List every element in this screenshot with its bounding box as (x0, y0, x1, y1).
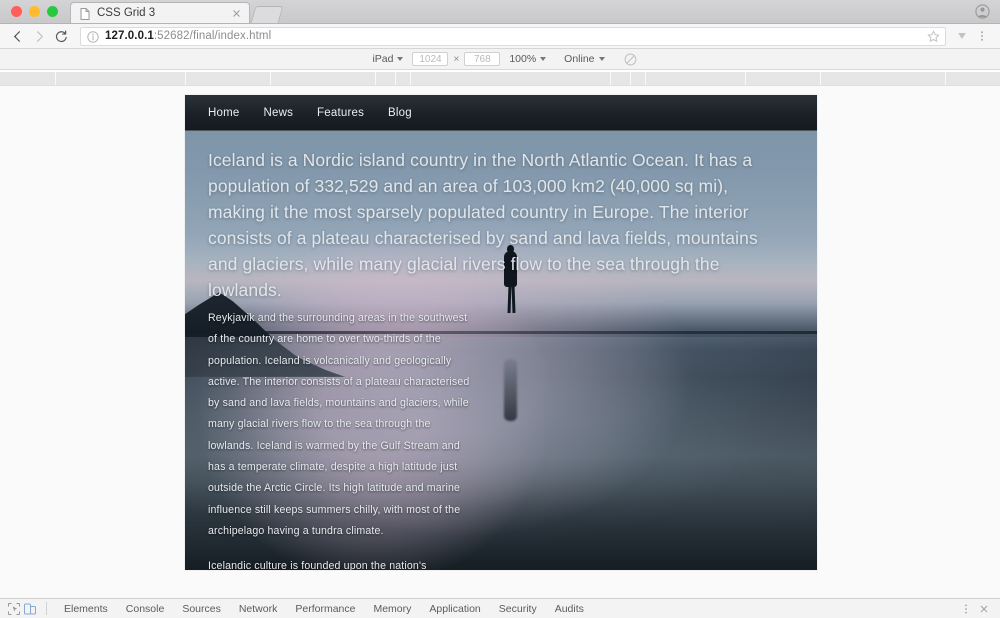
devtools-tab-elements[interactable]: Elements (55, 603, 117, 615)
close-icon[interactable] (230, 7, 243, 20)
new-tab-button[interactable] (250, 6, 284, 23)
chevron-down-icon (397, 57, 404, 61)
body-paragraph-2: Icelandic culture is founded upon the na… (208, 560, 427, 570)
browser-window: CSS Grid 3 127.0.0.1:52682/final/index.h… (0, 0, 1000, 618)
devtools-tab-memory[interactable]: Memory (364, 603, 420, 615)
info-circle-icon[interactable] (87, 30, 99, 43)
kebab-menu-icon[interactable] (958, 601, 974, 617)
page-icon (80, 7, 90, 20)
dimension-separator: × (453, 53, 460, 65)
chevron-down-icon (540, 57, 547, 61)
devtools-tab-security[interactable]: Security (490, 603, 546, 615)
tab-title: CSS Grid 3 (97, 7, 156, 19)
network-value: Online (564, 53, 595, 65)
triangle-down-icon[interactable] (952, 25, 972, 47)
browser-tab[interactable]: CSS Grid 3 (70, 2, 250, 23)
nav-link-features[interactable]: Features (317, 107, 364, 119)
devtools-tab-audits[interactable]: Audits (546, 603, 593, 615)
back-icon[interactable] (6, 25, 28, 47)
reload-icon[interactable] (50, 25, 72, 47)
zoom-value: 100% (509, 53, 537, 65)
devtools-tab-console[interactable]: Console (117, 603, 174, 615)
tab-strip: CSS Grid 3 (0, 0, 1000, 24)
device-width-input[interactable] (412, 52, 449, 66)
device-name: iPad (372, 53, 394, 65)
device-selector[interactable]: iPad (363, 53, 412, 65)
person-reflection (504, 359, 518, 422)
nav-link-news[interactable]: News (263, 107, 293, 119)
intro-section: Iceland is a Nordic island country in th… (185, 131, 817, 303)
body-paragraph-1: Reykjavik and the surrounding areas in t… (208, 312, 470, 537)
devtools-tab-application[interactable]: Application (420, 603, 489, 615)
devtools-tab-sources[interactable]: Sources (173, 603, 230, 615)
address-bar[interactable]: 127.0.0.1:52682/final/index.html (80, 26, 946, 46)
device-emulation-toolbar: iPad × 100% Online (0, 49, 1000, 70)
forward-icon[interactable] (28, 25, 50, 47)
rendered-page: Home News Features Blog Iceland is a Nor… (185, 95, 817, 570)
url-text: 127.0.0.1:52682/final/index.html (105, 30, 271, 42)
zoom-selector[interactable]: 100% (500, 53, 555, 65)
star-icon[interactable] (927, 29, 940, 43)
network-throttling-selector[interactable]: Online (555, 53, 613, 65)
kebab-menu-icon[interactable] (972, 25, 992, 47)
devtools-actions (958, 601, 992, 617)
divider (46, 602, 47, 615)
devtools-tab-network[interactable]: Network (230, 603, 287, 615)
zoom-window-button[interactable] (47, 6, 58, 17)
account-icon[interactable] (975, 4, 990, 19)
url-path: :52682/final/index.html (153, 30, 272, 42)
device-viewport: Home News Features Blog Iceland is a Nor… (0, 86, 1000, 598)
nav-link-home[interactable]: Home (208, 107, 239, 119)
inspect-element-icon[interactable] (6, 601, 22, 617)
site-navigation: Home News Features Blog (185, 95, 817, 131)
intro-text: Iceland is a Nordic island country in th… (208, 150, 758, 300)
nav-link-blog[interactable]: Blog (388, 107, 412, 119)
close-window-button[interactable] (11, 6, 22, 17)
window-controls (0, 6, 68, 23)
ruler-track (0, 72, 1000, 85)
close-icon[interactable] (976, 601, 992, 617)
browser-toolbar: 127.0.0.1:52682/final/index.html (0, 24, 1000, 49)
article-column: Reykjavik and the surrounding areas in t… (208, 308, 476, 570)
no-throttling-icon[interactable] (624, 53, 637, 66)
device-toolbar-icon[interactable] (22, 601, 38, 617)
devtools-tab-performance[interactable]: Performance (286, 603, 364, 615)
device-ruler (0, 70, 1000, 86)
url-host: 127.0.0.1 (105, 30, 154, 42)
chevron-down-icon (598, 57, 605, 61)
device-height-input[interactable] (464, 52, 501, 66)
devtools-tab-bar: Elements Console Sources Network Perform… (0, 598, 1000, 618)
minimize-window-button[interactable] (29, 6, 40, 17)
